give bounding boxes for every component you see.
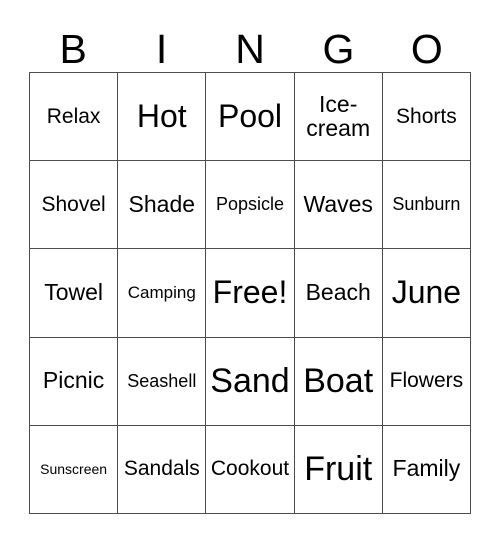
bingo-cell-label: Shorts — [396, 104, 457, 128]
bingo-cell-r2c4[interactable]: Waves — [294, 161, 383, 250]
bingo-cell-label: Picnic — [42, 367, 105, 394]
bingo-cell-label: Camping — [127, 283, 196, 303]
bingo-cell-label: Popsicle — [215, 194, 285, 215]
bingo-cell-r5c5[interactable]: Family — [382, 425, 471, 514]
bingo-header-letter-n: N — [235, 26, 265, 72]
bingo-cell-r5c4[interactable]: Fruit — [294, 425, 383, 514]
bingo-cell-r1c5[interactable]: Shorts — [382, 73, 471, 162]
bingo-cell-label: Boat — [303, 361, 374, 400]
bingo-cell-label: Hot — [136, 97, 187, 134]
bingo-cell-r4c2[interactable]: Seashell — [118, 337, 207, 426]
bingo-cell-r4c3[interactable]: Sand — [206, 337, 295, 426]
bingo-cell-label: Shade — [128, 190, 196, 217]
bingo-cell-r1c3[interactable]: Pool — [206, 73, 295, 162]
bingo-cell-label: Pool — [217, 97, 283, 134]
bingo-cell-label: Free! — [212, 274, 288, 311]
bingo-cell-r4c4[interactable]: Boat — [294, 337, 383, 426]
bingo-cell-label: Towel — [44, 279, 103, 306]
bingo-cell-label: Sand — [210, 361, 290, 400]
bingo-cell-label: Family — [392, 455, 461, 482]
bingo-header-letter-i: I — [155, 26, 168, 72]
bingo-cell-label: Cookout — [210, 457, 290, 481]
bingo-cell-label: Fruit — [304, 449, 373, 488]
bingo-cell-label: Waves — [303, 190, 373, 217]
bingo-cell-label: Beach — [305, 279, 371, 306]
bingo-cell-label: Sunscreen — [40, 461, 108, 478]
bingo-grid: Relax Hot Pool Ice-cream Shorts Shovel Shade Po… — [29, 72, 471, 514]
bingo-header-letter-g: G — [322, 26, 355, 72]
bingo-cell-r1c4[interactable]: Ice-cream — [294, 73, 383, 162]
bingo-cell-r4c1[interactable]: Picnic — [30, 337, 119, 426]
bingo-header-letter-o: O — [410, 26, 443, 72]
bingo-cell-label: June — [391, 274, 462, 311]
bingo-cell-r3c4[interactable]: Beach — [294, 249, 383, 338]
bingo-cell-label: Flowers — [389, 369, 464, 393]
bingo-header-cell-o: O — [383, 12, 471, 72]
bingo-header-cell-n: N — [206, 12, 294, 72]
bingo-header-letter-b: B — [59, 26, 87, 72]
bingo-cell-r2c3[interactable]: Popsicle — [206, 161, 295, 250]
bingo-cell-r3c1[interactable]: Towel — [30, 249, 119, 338]
bingo-card: B I N G O Relax Hot Pool Ice-cream Shorts Sho… — [0, 0, 500, 544]
bingo-cell-label: Sandals — [123, 457, 200, 481]
bingo-cell-label: Sunburn — [392, 194, 461, 215]
bingo-header-row: B I N G O — [29, 12, 471, 72]
bingo-cell-label: Seashell — [127, 370, 197, 391]
bingo-cell-r5c2[interactable]: Sandals — [118, 425, 207, 514]
bingo-header-cell-b: B — [29, 12, 117, 72]
bingo-cell-r3c5[interactable]: June — [382, 249, 471, 338]
bingo-cell-r3c2[interactable]: Camping — [118, 249, 207, 338]
bingo-cell-r3c3[interactable]: Free! — [206, 249, 295, 338]
bingo-cell-r4c5[interactable]: Flowers — [382, 337, 471, 426]
bingo-cell-r2c2[interactable]: Shade — [118, 161, 207, 250]
bingo-cell-r2c1[interactable]: Shovel — [30, 161, 119, 250]
bingo-cell-label: Ice-cream — [306, 90, 371, 141]
bingo-header-cell-i: I — [117, 12, 205, 72]
bingo-cell-r5c3[interactable]: Cookout — [206, 425, 295, 514]
bingo-cell-r1c1[interactable]: Relax — [30, 73, 119, 162]
bingo-header-cell-g: G — [294, 12, 382, 72]
bingo-cell-r2c5[interactable]: Sunburn — [382, 161, 471, 250]
bingo-cell-r1c2[interactable]: Hot — [118, 73, 207, 162]
bingo-cell-label: Shovel — [41, 192, 106, 216]
bingo-cell-label: Relax — [46, 104, 101, 128]
bingo-cell-r5c1[interactable]: Sunscreen — [30, 425, 119, 514]
